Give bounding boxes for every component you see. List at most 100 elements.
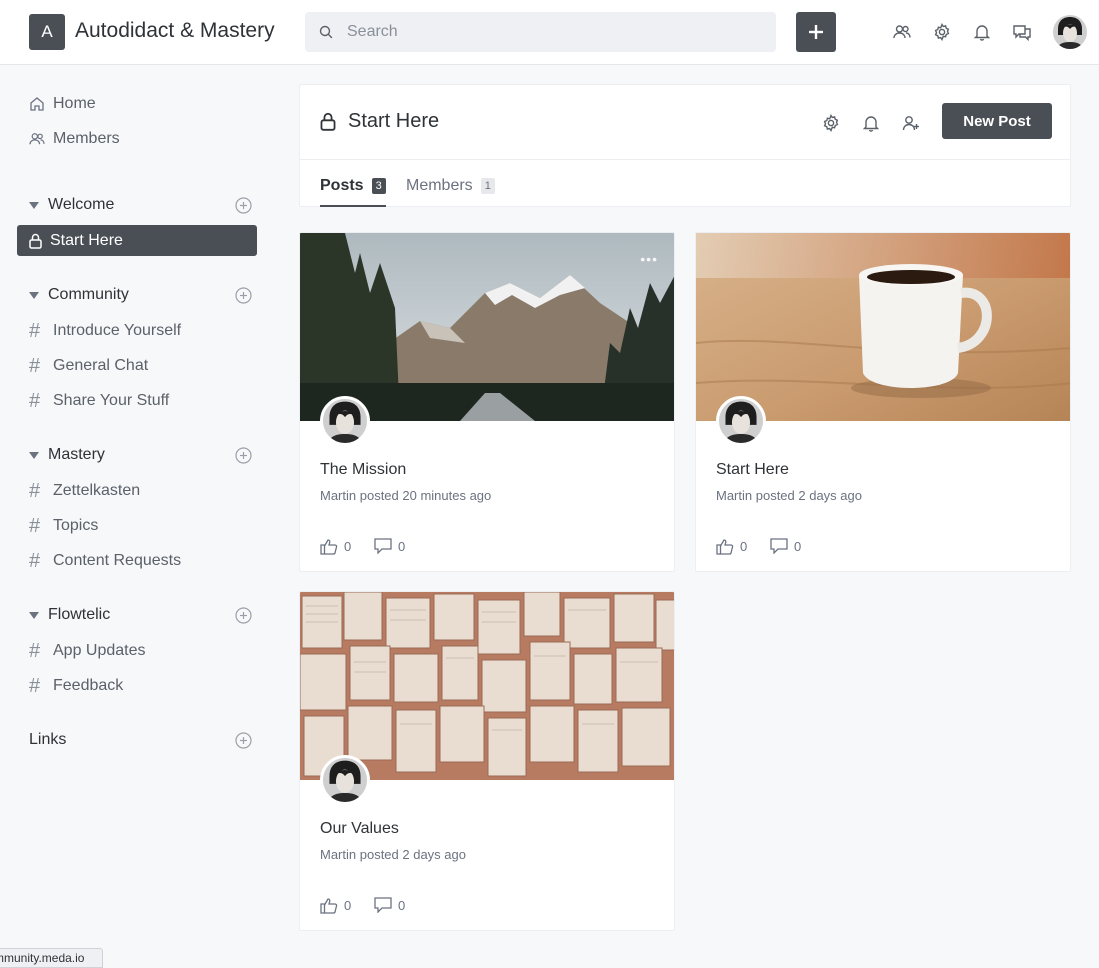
hash-icon: # [29, 514, 41, 537]
add-circle-icon[interactable] [235, 732, 252, 749]
members-icon [29, 133, 45, 145]
space-bell-icon[interactable] [861, 113, 881, 133]
comment-count: 0 [794, 538, 802, 554]
section-mastery[interactable]: Mastery [29, 443, 252, 467]
author-avatar[interactable] [320, 755, 370, 805]
section-links[interactable]: Links [29, 728, 252, 752]
like-count: 0 [740, 539, 748, 554]
link-status-bar: mmunity.meda.io [0, 948, 103, 968]
thumbs-up-icon [320, 539, 338, 555]
comment-button[interactable]: 0 [770, 538, 801, 554]
hash-icon: # [29, 319, 41, 342]
caret-down-icon [29, 201, 39, 209]
bell-icon[interactable] [972, 22, 992, 42]
search-input[interactable] [347, 23, 747, 41]
channel-label: Feedback [53, 677, 124, 694]
add-circle-icon[interactable] [235, 287, 252, 304]
add-circle-icon[interactable] [235, 197, 252, 214]
tab-posts[interactable]: Posts 3 [320, 177, 386, 195]
sidebar-item-home[interactable]: Home [29, 92, 96, 116]
status-url: mmunity.meda.io [0, 951, 85, 965]
hash-icon: # [29, 354, 41, 377]
app-title[interactable]: Autodidact & Mastery [75, 19, 275, 43]
like-count: 0 [344, 539, 352, 554]
gear-icon[interactable] [932, 22, 952, 42]
community-logo[interactable]: A [29, 14, 65, 50]
chat-icon[interactable] [1012, 22, 1032, 42]
section-label: Welcome [48, 196, 115, 213]
like-button[interactable]: 0 [320, 538, 351, 555]
like-count: 0 [344, 898, 352, 913]
section-welcome[interactable]: Welcome [29, 193, 252, 217]
section-label: Mastery [48, 446, 105, 463]
channel-share-your-stuff[interactable]: # Share Your Stuff [29, 389, 169, 413]
section-community[interactable]: Community [29, 283, 252, 307]
hash-icon: # [29, 479, 41, 502]
channel-feedback[interactable]: # Feedback [29, 674, 123, 698]
tab-label: Members [406, 177, 473, 194]
tab-label: Posts [320, 177, 364, 194]
new-post-button[interactable]: New Post [942, 103, 1052, 139]
comment-button[interactable]: 0 [374, 538, 405, 554]
user-avatar[interactable] [1053, 15, 1087, 49]
cover-image-coffee-mug [696, 233, 1070, 421]
thumbs-up-icon [716, 539, 734, 555]
lock-icon [320, 112, 336, 131]
comment-button[interactable]: 0 [374, 897, 405, 913]
post-title[interactable]: Start Here [716, 461, 789, 479]
sidebar-item-start-here[interactable]: Start Here [17, 225, 257, 256]
hash-icon: # [29, 639, 41, 662]
comment-icon [374, 897, 392, 913]
home-icon [30, 97, 44, 111]
channel-app-updates[interactable]: # App Updates [29, 639, 146, 663]
channel-general-chat[interactable]: # General Chat [29, 354, 148, 378]
add-circle-icon[interactable] [235, 607, 252, 624]
top-bar: A Autodidact & Mastery [0, 0, 1099, 65]
comment-icon [770, 538, 788, 554]
sidebar-item-members[interactable]: Members [29, 127, 120, 151]
members-icon[interactable] [892, 22, 912, 42]
sidebar: Home Members Welcome Start Here Communit… [0, 65, 275, 968]
cover-image-open-books [300, 592, 674, 780]
channel-label: Zettelkasten [53, 482, 141, 499]
post-meta: Martin posted 20 minutes ago [320, 488, 492, 503]
space-settings-icon[interactable] [821, 113, 841, 133]
channel-label: Content Requests [53, 552, 182, 569]
author-avatar[interactable] [320, 396, 370, 446]
post-card[interactable]: Start Here Martin posted 2 days ago 0 0 [695, 232, 1071, 572]
like-button[interactable]: 0 [320, 897, 351, 914]
sidebar-item-label: Members [53, 130, 120, 147]
post-menu-icon[interactable]: ••• [640, 251, 658, 267]
section-flowtelic[interactable]: Flowtelic [29, 603, 252, 627]
post-title[interactable]: The Mission [320, 461, 406, 479]
post-card[interactable]: Our Values Martin posted 2 days ago 0 0 [299, 591, 675, 931]
channel-topics[interactable]: # Topics [29, 514, 98, 538]
like-button[interactable]: 0 [716, 538, 747, 555]
channel-content-requests[interactable]: # Content Requests [29, 549, 181, 573]
section-label: Links [29, 731, 67, 748]
header-divider [300, 159, 1070, 160]
comment-count: 0 [398, 538, 406, 554]
space-header: Start Here New Post Posts 3 Members 1 [299, 84, 1071, 207]
tab-members[interactable]: Members 1 [406, 177, 495, 195]
cover-image-mountain-road [300, 233, 674, 421]
count-badge: 1 [480, 178, 495, 194]
search-bar[interactable] [305, 12, 776, 52]
section-label: Community [48, 286, 129, 303]
channel-introduce-yourself[interactable]: # Introduce Yourself [29, 319, 181, 343]
channel-label: Topics [53, 517, 99, 534]
post-meta: Martin posted 2 days ago [716, 488, 862, 503]
hash-icon: # [29, 549, 41, 572]
add-member-icon[interactable] [901, 113, 921, 133]
add-circle-icon[interactable] [235, 447, 252, 464]
caret-down-icon [29, 451, 39, 459]
space-title: Start Here [348, 110, 440, 132]
author-avatar[interactable] [716, 396, 766, 446]
search-icon [319, 25, 333, 39]
count-badge: 3 [371, 178, 386, 194]
channel-zettelkasten[interactable]: # Zettelkasten [29, 479, 140, 503]
post-title[interactable]: Our Values [320, 820, 399, 838]
thumbs-up-icon [320, 898, 338, 914]
create-button[interactable] [796, 12, 836, 52]
post-card[interactable]: ••• The Mission Martin posted 20 minutes… [299, 232, 675, 572]
